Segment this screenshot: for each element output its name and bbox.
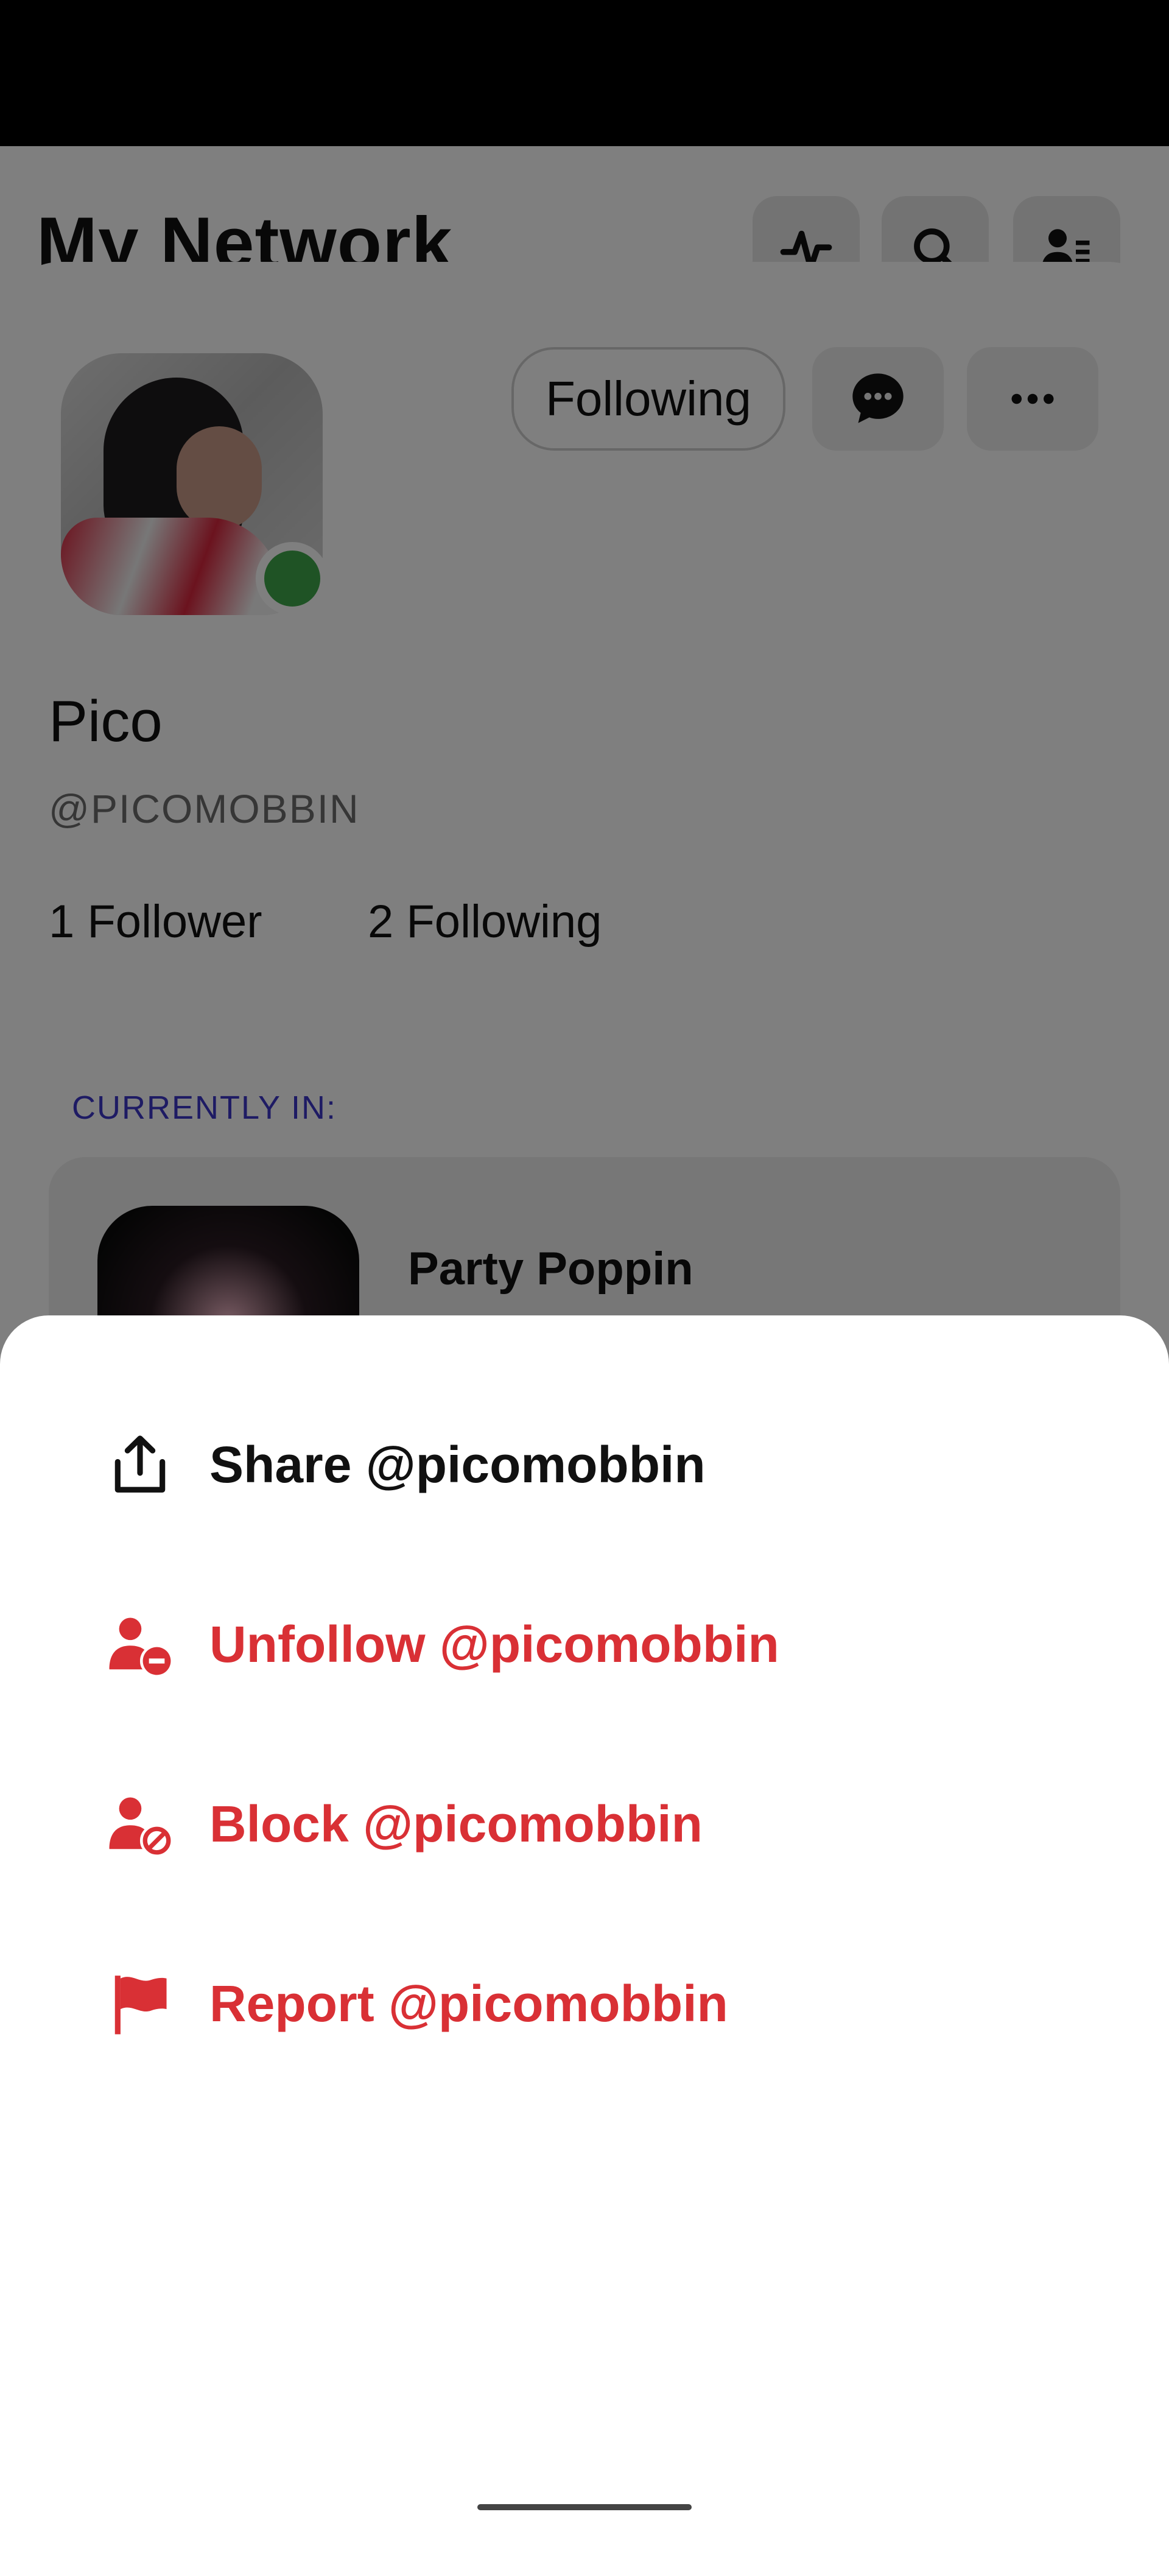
flag-icon	[104, 1967, 177, 2040]
block-label: Block @picomobbin	[209, 1795, 703, 1853]
status-bar	[0, 0, 1169, 146]
unfollow-user-icon	[104, 1608, 177, 1681]
report-menu-item[interactable]: Report @picomobbin	[0, 1943, 1169, 2064]
share-icon	[104, 1428, 177, 1501]
share-menu-item[interactable]: Share @picomobbin	[0, 1404, 1169, 1526]
action-bottom-sheet: Share @picomobbin Unfollow @picomobbin B…	[0, 1315, 1169, 2533]
home-indicator[interactable]	[477, 2504, 692, 2510]
unfollow-menu-item[interactable]: Unfollow @picomobbin	[0, 1583, 1169, 1705]
unfollow-label: Unfollow @picomobbin	[209, 1615, 779, 1673]
report-label: Report @picomobbin	[209, 1974, 728, 2032]
share-label: Share @picomobbin	[209, 1435, 706, 1493]
block-user-icon	[104, 1787, 177, 1860]
block-menu-item[interactable]: Block @picomobbin	[0, 1763, 1169, 1885]
